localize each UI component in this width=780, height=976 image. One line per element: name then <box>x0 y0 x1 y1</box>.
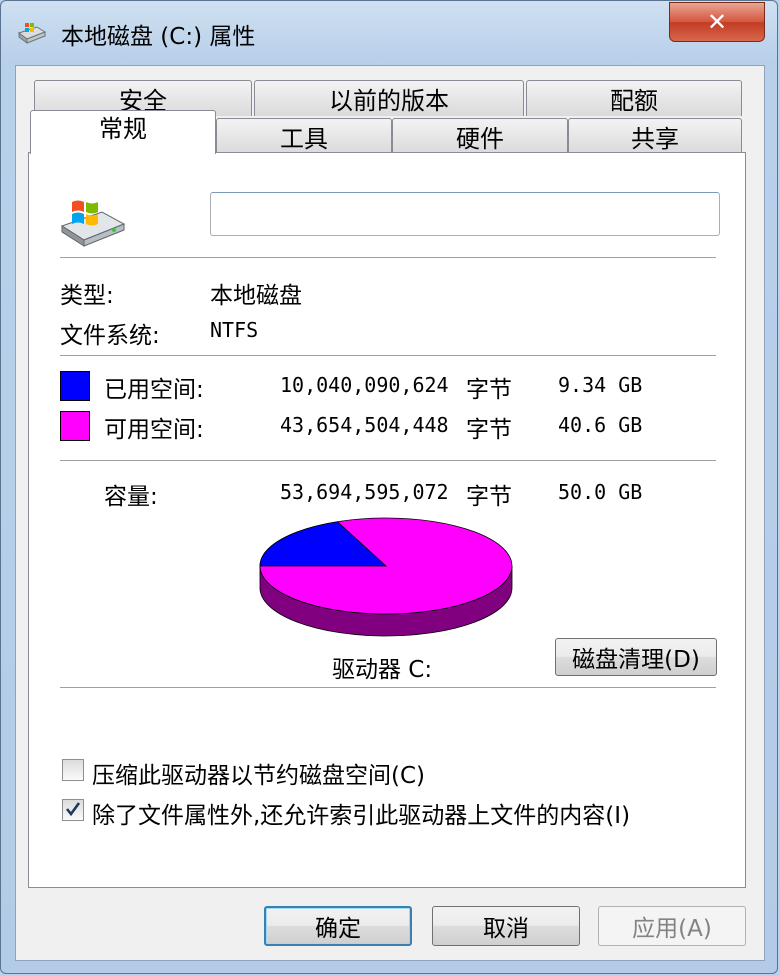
separator <box>60 687 716 689</box>
drive-icon <box>17 23 47 44</box>
capacity-unit: 字节 <box>466 484 512 510</box>
capacity-bytes: 53,694,595,072 <box>280 480 449 504</box>
separator <box>60 355 716 357</box>
drive-label: 驱动器 C: <box>332 657 433 683</box>
filesystem-value: NTFS <box>210 318 259 342</box>
tab-tools[interactable]: 工具 <box>216 118 392 154</box>
separator <box>60 257 716 259</box>
apply-button[interactable]: 应用(A) <box>598 906 746 946</box>
tab-hardware[interactable]: 硬件 <box>392 118 568 154</box>
cancel-button[interactable]: 取消 <box>432 906 580 946</box>
separator <box>60 460 716 462</box>
free-space-swatch <box>60 411 90 441</box>
tab-previous-versions[interactable]: 以前的版本 <box>254 80 524 116</box>
type-label: 类型: <box>60 283 114 309</box>
tab-sharing[interactable]: 共享 <box>568 118 742 154</box>
free-space-unit: 字节 <box>466 417 512 443</box>
window-title: 本地磁盘 (C:) 属性 <box>61 24 256 50</box>
type-value: 本地磁盘 <box>210 283 302 309</box>
close-icon: ✕ <box>706 8 728 36</box>
volume-name-input[interactable] <box>210 192 720 236</box>
used-space-label: 已用空间: <box>104 377 204 403</box>
free-space-size: 40.6 GB <box>558 413 643 437</box>
filesystem-label: 文件系统: <box>60 323 160 349</box>
capacity-label: 容量: <box>104 484 158 510</box>
ok-button[interactable]: 确定 <box>264 906 412 946</box>
close-button[interactable]: ✕ <box>669 2 765 42</box>
used-space-size: 9.34 GB <box>558 373 643 397</box>
compress-checkbox[interactable] <box>62 759 84 781</box>
used-space-swatch <box>60 371 90 401</box>
capacity-size: 50.0 GB <box>558 480 643 504</box>
tab-general[interactable]: 常规 <box>30 110 216 154</box>
compress-label[interactable]: 压缩此驱动器以节约磁盘空间(C) <box>92 756 425 790</box>
free-space-bytes: 43,654,504,448 <box>280 413 449 437</box>
disk-usage-pie <box>259 517 513 637</box>
windows-drive-icon <box>60 200 126 247</box>
free-space-label: 可用空间: <box>104 417 204 443</box>
title-bar[interactable]: 本地磁盘 (C:) 属性 ✕ <box>1 1 777 61</box>
tab-quota[interactable]: 配额 <box>526 80 742 116</box>
index-label[interactable]: 除了文件属性外,还允许索引此驱动器上文件的内容(I) <box>92 796 630 830</box>
disk-cleanup-button[interactable]: 磁盘清理(D) <box>555 638 717 676</box>
checkmark-icon <box>65 802 81 817</box>
used-space-bytes: 10,040,090,624 <box>280 373 449 397</box>
used-space-unit: 字节 <box>466 377 512 403</box>
index-checkbox[interactable] <box>62 799 84 821</box>
